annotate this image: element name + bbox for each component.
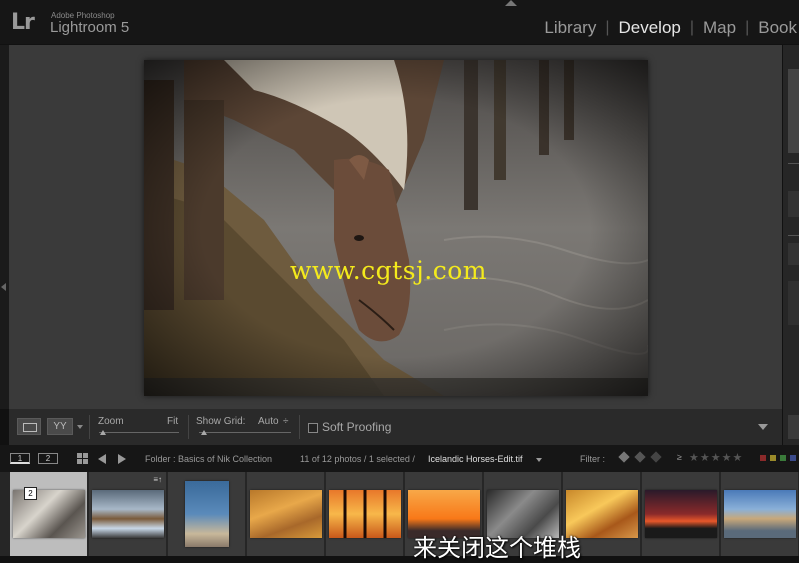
soft-proofing-checkbox[interactable] [308, 423, 318, 433]
thumb-pelican[interactable] [184, 481, 229, 547]
photo-count: 11 of 12 photos / 1 selected / [300, 454, 415, 464]
collapse-top-panel-icon[interactable] [505, 0, 517, 6]
toolbar-content-menu-icon[interactable] [758, 424, 768, 430]
zoom-label: Zoom [98, 416, 124, 427]
toolbar-separator [89, 415, 90, 439]
filmstrip-cell[interactable] [247, 472, 325, 556]
filmstrip-cell[interactable] [721, 472, 799, 556]
filmstrip-header: 1 2 Folder : Basics of Nik Collection 11… [0, 445, 799, 472]
module-picker: Library | Develop | Map | Book [542, 18, 799, 38]
app-name: Lightroom 5 [50, 19, 130, 36]
expand-left-panel-icon[interactable] [1, 283, 6, 291]
previous-arrow-icon[interactable] [98, 454, 106, 464]
loupe-view-button[interactable] [17, 418, 41, 435]
histogram-panel [788, 69, 799, 153]
left-panel-toggle[interactable] [0, 45, 9, 409]
zoom-value[interactable]: Fit [167, 416, 178, 427]
unflagged-filter-icon[interactable] [634, 451, 646, 463]
thumb-waterfall[interactable] [91, 490, 164, 538]
panel-section [788, 281, 799, 325]
filmstrip: 2 ≡↑ [0, 472, 799, 556]
thumb-venice[interactable] [723, 490, 796, 538]
show-grid-value[interactable]: Auto [258, 416, 279, 427]
watermark-text: www.cgtsj.com [290, 256, 488, 285]
secondary-window-button[interactable]: 2 [38, 453, 58, 464]
before-after-menu-icon[interactable] [77, 425, 83, 429]
toolbar-separator [188, 415, 189, 439]
panel-divider [788, 163, 799, 164]
color-label-yellow-icon[interactable] [770, 455, 776, 461]
filmstrip-cell[interactable] [168, 472, 246, 556]
soft-proofing-label[interactable]: Soft Proofing [322, 420, 391, 434]
selected-filename[interactable]: Icelandic Horses-Edit.tif [428, 454, 523, 464]
rating-filter-stars[interactable]: ★★★★★ [689, 451, 743, 464]
color-label-red-icon[interactable] [760, 455, 766, 461]
color-label-green-icon[interactable] [780, 455, 786, 461]
lightroom-logo: Lr [11, 10, 35, 35]
module-library[interactable]: Library [542, 18, 598, 38]
before-after-button[interactable]: YY [47, 418, 73, 435]
grid-opacity-slider-handle[interactable] [201, 430, 207, 435]
filmstrip-cell[interactable] [642, 472, 720, 556]
module-separator: | [605, 19, 610, 36]
panel-divider [788, 235, 799, 236]
color-label-blue-icon[interactable] [790, 455, 796, 461]
main-photo[interactable]: www.cgtsj.com [144, 60, 648, 396]
tool-strip[interactable] [788, 191, 799, 217]
folder-source[interactable]: Folder : Basics of Nik Collection [145, 454, 272, 464]
grid-view-icon[interactable] [77, 453, 88, 464]
module-separator: | [745, 19, 750, 36]
module-map[interactable]: Map [701, 18, 738, 38]
develop-toolbar: YY Zoom Fit Show Grid: Auto ÷ Soft Proof… [9, 409, 782, 445]
show-grid-stepper-icon[interactable]: ÷ [283, 416, 289, 427]
rating-operator[interactable]: ≥ [677, 452, 682, 462]
filmstrip-cell[interactable]: 2 [10, 472, 88, 556]
horse-photo-image [144, 60, 648, 396]
rejected-filter-icon[interactable] [650, 451, 662, 463]
filmstrip-cell[interactable]: ≡↑ [89, 472, 167, 556]
module-book[interactable]: Book [756, 18, 799, 38]
thumb-red-sky[interactable] [644, 490, 717, 538]
panel-header[interactable] [788, 243, 799, 265]
zoom-slider[interactable] [99, 432, 179, 433]
module-develop[interactable]: Develop [616, 18, 682, 38]
filmstrip-cell[interactable] [326, 472, 404, 556]
toolbar-separator [299, 415, 300, 439]
thumb-sand-dunes[interactable] [249, 490, 322, 538]
module-separator: | [689, 19, 695, 36]
filter-label: Filter : [580, 454, 606, 464]
zoom-slider-handle[interactable] [100, 430, 106, 435]
stack-indicator-icon[interactable]: ≡↑ [153, 475, 162, 484]
filename-menu-icon[interactable] [536, 458, 542, 462]
show-grid-label: Show Grid: [196, 416, 246, 427]
thumb-pier-sunset[interactable] [328, 490, 401, 538]
right-panel [783, 45, 799, 445]
next-arrow-icon[interactable] [118, 454, 126, 464]
main-window-button[interactable]: 1 [10, 453, 30, 464]
panel-button[interactable] [788, 415, 799, 439]
top-header: Lr Adobe Photoshop Lightroom 5 Library |… [0, 0, 799, 44]
stack-count-badge[interactable]: 2 [24, 487, 37, 500]
flag-filter-icon[interactable] [618, 451, 630, 463]
grid-opacity-slider[interactable] [199, 432, 291, 433]
video-subtitle: 来关闭这个堆栈 [413, 534, 581, 562]
